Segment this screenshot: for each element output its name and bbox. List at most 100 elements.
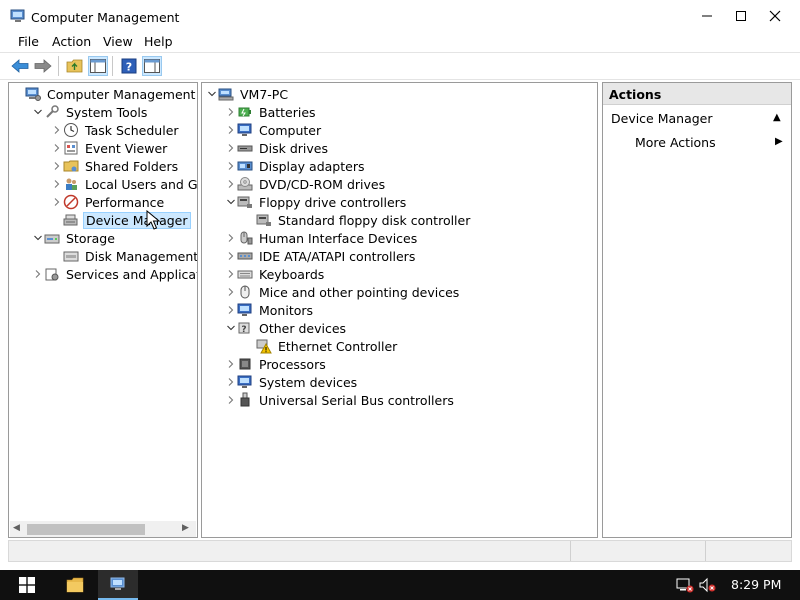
- device-tree-item[interactable]: Keyboards: [225, 265, 326, 283]
- expand-chevron-right-icon[interactable]: [51, 193, 63, 211]
- expand-chevron-right-icon[interactable]: [225, 283, 237, 301]
- minimize-button[interactable]: [690, 0, 724, 32]
- expand-chevron-right-icon[interactable]: [225, 175, 237, 193]
- expand-chevron-down-icon[interactable]: [32, 103, 44, 121]
- warning-device-icon: [256, 338, 272, 354]
- console-tree-pane[interactable]: Computer Management (Local System Tools Ta…: [8, 82, 198, 538]
- tree-item-label: IDE ATA/ATAPI controllers: [259, 248, 416, 264]
- expand-chevron-right-icon[interactable]: [225, 229, 237, 247]
- expand-chevron-right-icon[interactable]: [225, 247, 237, 265]
- expand-chevron-right-icon[interactable]: [51, 121, 63, 139]
- scroll-right-icon[interactable]: ▶: [182, 523, 189, 533]
- expand-chevron-right-icon[interactable]: [225, 103, 237, 121]
- actions-section-device-manager[interactable]: Device Manager: [611, 111, 713, 126]
- console-tree-item[interactable]: Performance: [51, 193, 166, 211]
- help-button[interactable]: ?: [119, 56, 139, 76]
- tree-item-label: Floppy drive controllers: [259, 194, 407, 210]
- maximize-button[interactable]: [724, 0, 758, 32]
- volume-muted-icon[interactable]: [699, 577, 717, 596]
- expand-chevron-right-icon[interactable]: [51, 175, 63, 193]
- device-tree-item[interactable]: System devices: [225, 373, 359, 391]
- forward-button[interactable]: [33, 56, 53, 76]
- expand-chevron-right-icon[interactable]: [225, 157, 237, 175]
- expand-chevron-right-icon[interactable]: [225, 391, 237, 409]
- window-title: Computer Management: [31, 10, 180, 25]
- console-tree-item[interactable]: Disk Management: [51, 247, 197, 265]
- collapse-up-icon[interactable]: ▲: [773, 112, 781, 123]
- expand-chevron-right-icon[interactable]: [225, 355, 237, 373]
- console-tree-item[interactable]: Device Manager: [51, 211, 191, 229]
- tree-item-label: Local Users and Groups: [85, 176, 198, 192]
- device-tree-item[interactable]: ? Other devices: [225, 319, 348, 337]
- actions-pane: Actions Device Manager ▲ More Actions ▶: [602, 82, 792, 538]
- device-tree-item[interactable]: Processors: [225, 355, 328, 373]
- show-hide-console-tree-button[interactable]: [88, 56, 108, 76]
- expand-chevron-right-icon[interactable]: [51, 157, 63, 175]
- scrollbar-thumb[interactable]: [27, 524, 145, 535]
- menu-view[interactable]: View: [103, 34, 133, 49]
- console-tree-item[interactable]: Shared Folders: [51, 157, 180, 175]
- device-tree-item[interactable]: Standard floppy disk controller: [244, 211, 472, 229]
- device-tree-item[interactable]: Universal Serial Bus controllers: [225, 391, 456, 409]
- file-explorer-taskbar-button[interactable]: [66, 577, 84, 596]
- device-tree-item[interactable]: Monitors: [225, 301, 315, 319]
- device-tree-item[interactable]: Display adapters: [225, 157, 366, 175]
- scroll-left-icon[interactable]: ◀: [13, 523, 20, 533]
- expand-chevron-down-icon[interactable]: [206, 85, 218, 103]
- menu-file[interactable]: File: [18, 34, 39, 49]
- menu-help[interactable]: Help: [144, 34, 173, 49]
- device-tree-item[interactable]: IDE ATA/ATAPI controllers: [225, 247, 417, 265]
- device-tree-item[interactable]: Human Interface Devices: [225, 229, 419, 247]
- minimize-icon: [702, 15, 712, 17]
- up-level-button[interactable]: [65, 56, 85, 76]
- console-tree-item[interactable]: Event Viewer: [51, 139, 169, 157]
- device-tree-item[interactable]: Batteries: [225, 103, 318, 121]
- windows-logo-icon: [19, 577, 35, 593]
- console-tree-item[interactable]: Storage: [32, 229, 117, 247]
- expand-chevron-right-icon[interactable]: [225, 301, 237, 319]
- tree-item-label: VM7-PC: [240, 86, 289, 102]
- expand-chevron-right-icon[interactable]: [225, 373, 237, 391]
- computer-management-icon: [25, 86, 41, 102]
- device-tree-item[interactable]: Mice and other pointing devices: [225, 283, 461, 301]
- menu-action[interactable]: Action: [52, 34, 91, 49]
- device-tree-item[interactable]: VM7-PC: [206, 85, 290, 103]
- console-tree-item[interactable]: Task Scheduler: [51, 121, 181, 139]
- folder-icon: [66, 577, 84, 593]
- taskbar-clock[interactable]: 8:29 PM: [731, 577, 781, 592]
- expand-chevron-down-icon[interactable]: [225, 319, 237, 337]
- device-tree-item[interactable]: Floppy drive controllers: [225, 193, 408, 211]
- console-tree-item[interactable]: Services and Applications: [32, 265, 197, 283]
- hid-icon: [237, 230, 253, 246]
- console-tree-item[interactable]: System Tools: [32, 103, 149, 121]
- expand-chevron-right-icon[interactable]: [51, 139, 63, 157]
- expand-chevron-right-icon[interactable]: [225, 139, 237, 157]
- tree-item-label: Ethernet Controller: [278, 338, 398, 354]
- expand-chevron-down-icon[interactable]: [32, 229, 44, 247]
- folder-up-icon: [66, 59, 83, 73]
- console-tree-item[interactable]: Local Users and Groups: [51, 175, 198, 193]
- show-hide-action-pane-button[interactable]: [142, 56, 162, 76]
- expand-chevron-right-icon[interactable]: [32, 265, 44, 283]
- console-tree-item[interactable]: Computer Management (Local: [13, 85, 197, 103]
- device-tree-item[interactable]: Computer: [225, 121, 323, 139]
- start-button[interactable]: [19, 577, 35, 596]
- close-button[interactable]: [758, 0, 792, 32]
- back-button[interactable]: [10, 56, 30, 76]
- device-tree-item[interactable]: Disk drives: [225, 139, 330, 157]
- device-tree-item[interactable]: Ethernet Controller: [244, 337, 399, 355]
- usb-icon: [237, 392, 253, 408]
- users-icon: [63, 176, 79, 192]
- device-tree-item[interactable]: DVD/CD-ROM drives: [225, 175, 387, 193]
- controller-icon: [256, 212, 272, 228]
- expand-chevron-right-icon[interactable]: [225, 121, 237, 139]
- expand-chevron-right-icon[interactable]: [225, 265, 237, 283]
- device-manager-pane[interactable]: VM7-PC Batteries Computer Disk drives Displa…: [201, 82, 598, 538]
- svg-text:?: ?: [126, 61, 132, 74]
- network-disconnected-icon[interactable]: [676, 577, 694, 596]
- expand-chevron-down-icon[interactable]: [225, 193, 237, 211]
- processor-icon: [237, 356, 253, 372]
- unknown-device-icon: ?: [237, 320, 253, 336]
- more-actions-item[interactable]: More Actions: [635, 135, 716, 150]
